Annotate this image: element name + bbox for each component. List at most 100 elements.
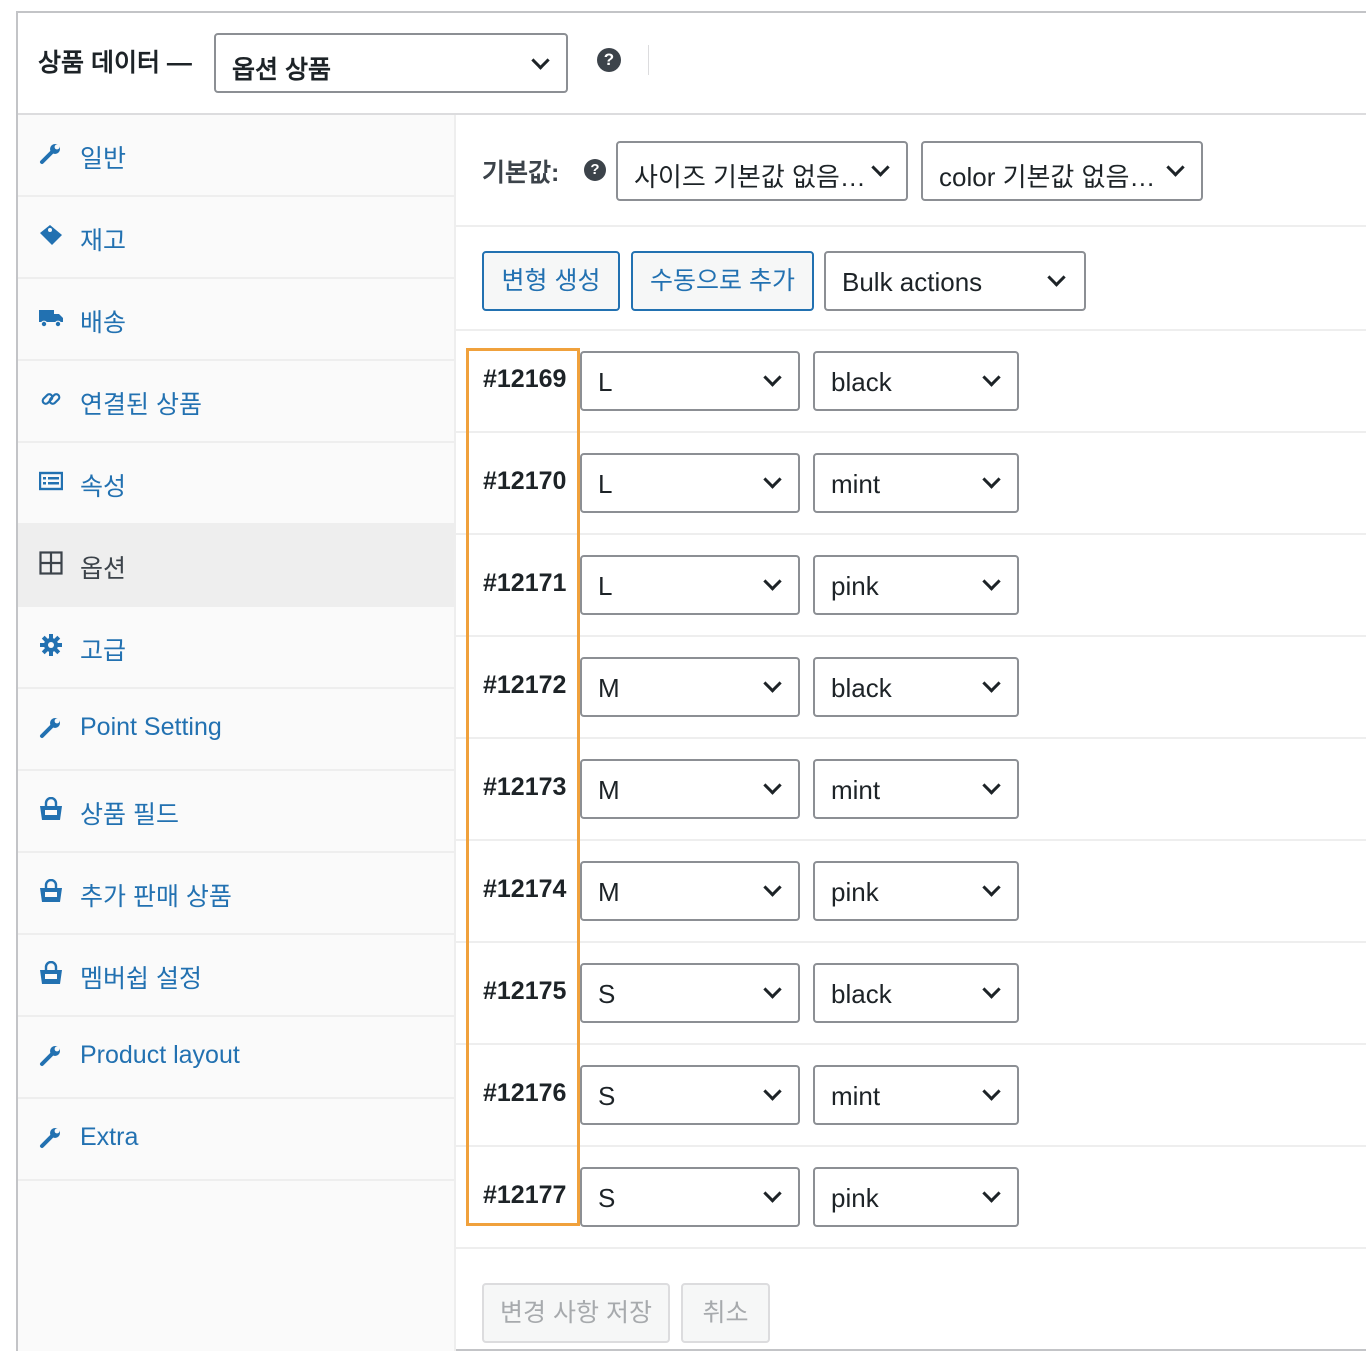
variation-color-select[interactable]: mint bbox=[813, 1065, 1019, 1125]
variation-id: #12177 bbox=[483, 1181, 567, 1209]
variation-color-select[interactable]: black bbox=[813, 657, 1019, 717]
variation-size-value: S bbox=[598, 979, 616, 1009]
tab-extra[interactable]: Extra bbox=[18, 1099, 454, 1181]
chevron-down-icon bbox=[871, 158, 890, 177]
variation-size-value: S bbox=[598, 1183, 616, 1213]
default-color-value: color 기본값 없음… bbox=[939, 162, 1156, 192]
help-icon[interactable]: ? bbox=[584, 159, 606, 181]
variation-color-value: black bbox=[831, 673, 892, 703]
chevron-down-icon bbox=[763, 1184, 782, 1203]
variations-footer: 변경 사항 저장 취소 bbox=[456, 1261, 1366, 1351]
tab-shipping[interactable]: 배송 bbox=[18, 279, 454, 361]
tab-product-layout[interactable]: Product layout bbox=[18, 1017, 454, 1099]
tab-label: Extra bbox=[80, 1123, 139, 1151]
default-color-select[interactable]: color 기본값 없음… bbox=[921, 141, 1203, 201]
chevron-down-icon bbox=[982, 1082, 1001, 1101]
tab-product-fields[interactable]: 상품 필드 bbox=[18, 771, 454, 853]
variation-size-value: L bbox=[598, 367, 613, 397]
variation-row: #12172 M black bbox=[456, 637, 1366, 739]
product-type-select[interactable]: 옵션 상품 bbox=[214, 33, 568, 93]
variation-row: #12169 L black bbox=[456, 331, 1366, 433]
variation-size-select[interactable]: M bbox=[580, 861, 800, 921]
help-icon[interactable]: ? bbox=[597, 48, 621, 72]
wrench-icon bbox=[38, 1125, 64, 1149]
shopping-bag-icon bbox=[38, 878, 64, 903]
variation-row: #12170 L mint bbox=[456, 433, 1366, 535]
variation-color-select[interactable]: black bbox=[813, 963, 1019, 1023]
variation-color-select[interactable]: mint bbox=[813, 453, 1019, 513]
tab-membership-settings[interactable]: 멤버쉽 설정 bbox=[18, 935, 454, 1017]
tab-label: 재고 bbox=[80, 227, 127, 255]
chevron-down-icon bbox=[1166, 158, 1185, 177]
tab-upsell-products[interactable]: 추가 판매 상품 bbox=[18, 853, 454, 935]
tab-variations[interactable]: 옵션 bbox=[18, 525, 454, 607]
chevron-down-icon bbox=[763, 980, 782, 999]
variation-color-value: pink bbox=[831, 877, 879, 907]
tab-attributes[interactable]: 속성 bbox=[18, 443, 454, 525]
variation-row: #12176 S mint bbox=[456, 1045, 1366, 1147]
tab-linked-products[interactable]: 연결된 상품 bbox=[18, 361, 454, 443]
tab-label: 고급 bbox=[80, 637, 127, 665]
product-data-panel: 상품 데이터 — 옵션 상품 ? 일반 재고 배송 연결된 상품 속성 옵션 고… bbox=[16, 11, 1366, 1351]
variation-size-select[interactable]: S bbox=[580, 1065, 800, 1125]
chevron-down-icon bbox=[982, 980, 1001, 999]
tab-label: 멤버쉽 설정 bbox=[80, 965, 202, 993]
chevron-down-icon bbox=[763, 674, 782, 693]
link-icon bbox=[38, 387, 64, 411]
variation-size-select[interactable]: M bbox=[580, 759, 800, 819]
shopping-bag-icon bbox=[38, 960, 64, 985]
tab-label: 상품 필드 bbox=[80, 801, 179, 829]
chevron-down-icon bbox=[982, 776, 1001, 795]
chevron-down-icon bbox=[763, 776, 782, 795]
tab-advanced[interactable]: 고급 bbox=[18, 607, 454, 689]
save-changes-button[interactable]: 변경 사항 저장 bbox=[482, 1283, 670, 1343]
variation-size-select[interactable]: M bbox=[580, 657, 800, 717]
default-size-select[interactable]: 사이즈 기본값 없음… bbox=[616, 141, 908, 201]
variation-color-select[interactable]: pink bbox=[813, 1167, 1019, 1227]
variation-color-value: pink bbox=[831, 1183, 879, 1213]
chevron-down-icon bbox=[982, 470, 1001, 489]
variation-size-value: M bbox=[598, 877, 620, 907]
variation-row: #12173 M mint bbox=[456, 739, 1366, 841]
truck-icon bbox=[38, 305, 64, 329]
bulk-actions-select[interactable]: Bulk actions bbox=[824, 251, 1086, 311]
wrench-icon bbox=[38, 715, 64, 739]
variation-size-select[interactable]: S bbox=[580, 963, 800, 1023]
tab-inventory[interactable]: 재고 bbox=[18, 197, 454, 279]
list-icon bbox=[38, 469, 64, 493]
variation-actions: 변형 생성 수동으로 추가 Bulk actions bbox=[456, 227, 1366, 331]
tab-general[interactable]: 일반 bbox=[18, 115, 454, 197]
variation-row: #12171 L pink bbox=[456, 535, 1366, 637]
variation-color-select[interactable]: mint bbox=[813, 759, 1019, 819]
chevron-down-icon bbox=[763, 878, 782, 897]
variation-color-value: mint bbox=[831, 1081, 881, 1111]
variation-size-value: L bbox=[598, 571, 613, 601]
variation-color-select[interactable]: pink bbox=[813, 861, 1019, 921]
variation-color-select[interactable]: pink bbox=[813, 555, 1019, 615]
defaults-label: 기본값: bbox=[482, 159, 560, 187]
variation-size-select[interactable]: L bbox=[580, 351, 800, 411]
chevron-down-icon bbox=[531, 51, 550, 70]
variation-size-select[interactable]: L bbox=[580, 555, 800, 615]
tab-label: 추가 판매 상품 bbox=[80, 883, 232, 911]
chevron-down-icon bbox=[1047, 268, 1066, 287]
variation-color-value: black bbox=[831, 367, 892, 397]
variation-row: #12177 S pink bbox=[456, 1147, 1366, 1249]
variation-color-select[interactable]: black bbox=[813, 351, 1019, 411]
add-manually-button[interactable]: 수동으로 추가 bbox=[631, 251, 814, 311]
tab-label: Point Setting bbox=[80, 713, 222, 741]
variations-panel: 기본값: ? 사이즈 기본값 없음… color 기본값 없음… 변형 생성 수… bbox=[456, 115, 1366, 1351]
cancel-button[interactable]: 취소 bbox=[681, 1283, 770, 1343]
variation-color-value: mint bbox=[831, 469, 881, 499]
variation-row: #12175 S black bbox=[456, 943, 1366, 1045]
chevron-down-icon bbox=[763, 572, 782, 591]
variation-size-select[interactable]: S bbox=[580, 1167, 800, 1227]
tab-point-setting[interactable]: Point Setting bbox=[18, 689, 454, 771]
variation-row: #12174 M pink bbox=[456, 841, 1366, 943]
chevron-down-icon bbox=[982, 674, 1001, 693]
variation-size-select[interactable]: L bbox=[580, 453, 800, 513]
generate-variations-button[interactable]: 변형 생성 bbox=[482, 251, 620, 311]
panel-header: 상품 데이터 — 옵션 상품 ? bbox=[18, 13, 1366, 115]
variation-size-value: M bbox=[598, 673, 620, 703]
grid-icon bbox=[38, 551, 64, 575]
